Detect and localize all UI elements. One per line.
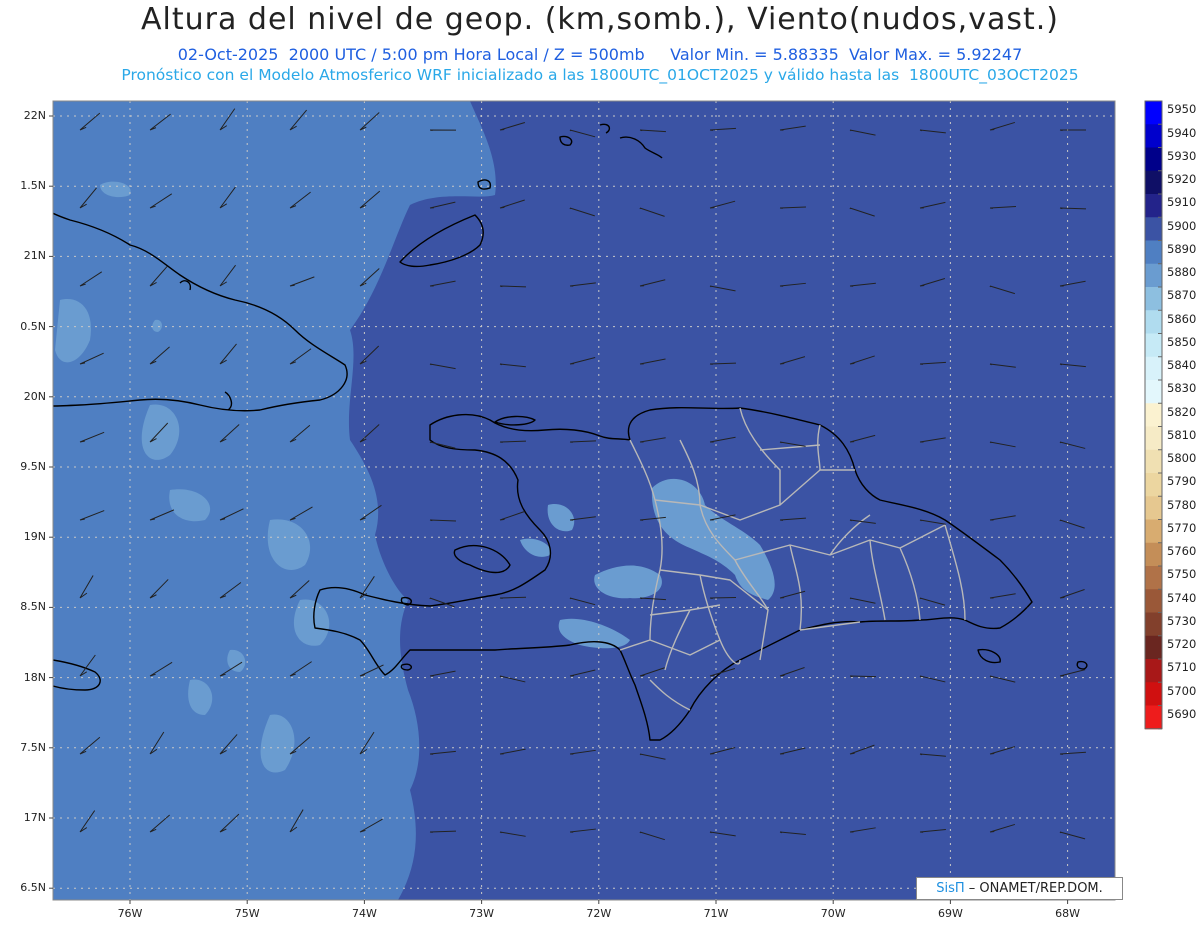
- colorbar-swatch: [1145, 287, 1162, 311]
- lat-label: 18N: [23, 670, 46, 684]
- colorbar-label: 5910: [1167, 195, 1197, 210]
- colorbar-label: 5850: [1167, 334, 1197, 349]
- colorbar-swatch: [1145, 124, 1162, 148]
- colorbar-label: 5840: [1167, 358, 1197, 372]
- colorbar-swatch: [1145, 519, 1162, 544]
- colorbar-label: 5740: [1167, 590, 1197, 605]
- colorbar-label: 5690: [1167, 706, 1197, 721]
- colorbar-swatch: [1145, 356, 1162, 381]
- colorbar-swatch: [1145, 635, 1162, 660]
- colorbar-label: 5830: [1167, 381, 1197, 396]
- lat-label: 20N: [23, 389, 46, 403]
- colorbar-label: 5800: [1167, 451, 1197, 465]
- colorbar-label: 5700: [1167, 683, 1197, 698]
- colorbar-label: 5950: [1167, 102, 1197, 117]
- lon-label: 72W: [586, 907, 612, 920]
- wind-barb: [429, 129, 457, 132]
- colorbar-swatch: [1145, 101, 1162, 125]
- lat-label: 8.5N: [20, 600, 46, 614]
- lon-label: 71W: [703, 907, 729, 920]
- lat-label: 0.5N: [20, 319, 46, 333]
- wind-barb: [1059, 129, 1087, 132]
- colorbar-swatch: [1145, 589, 1162, 613]
- lon-label: 69W: [937, 907, 963, 920]
- colorbar-label: 5760: [1167, 544, 1197, 558]
- colorbar-swatch: [1145, 542, 1162, 567]
- lat-label: 1.5N: [20, 179, 46, 193]
- colorbar-swatch: [1145, 659, 1162, 683]
- colorbar-label: 5890: [1167, 241, 1197, 256]
- colorbar-swatch: [1145, 380, 1162, 404]
- lat-label: 22N: [23, 109, 46, 122]
- colorbar-swatch: [1145, 426, 1162, 451]
- colorbar-label: 5940: [1167, 125, 1197, 140]
- brand-label: SisΠ: [936, 881, 965, 896]
- colorbar-swatch: [1145, 682, 1162, 706]
- credit-box: SisΠ – ONAMET/REP.DOM.: [916, 877, 1123, 900]
- lat-label: 7.5N: [20, 740, 46, 754]
- colorbar-swatch: [1145, 194, 1162, 218]
- colorbar-label: 5900: [1167, 218, 1197, 233]
- colorbar-swatch: [1145, 612, 1162, 637]
- colorbar-label: 5820: [1167, 404, 1197, 419]
- colorbar-swatch: [1145, 147, 1162, 172]
- colorbar-label: 5730: [1167, 613, 1197, 628]
- colorbar-label: 5770: [1167, 520, 1197, 535]
- map-plot-area: [53, 101, 1115, 900]
- colorbar-label: 5860: [1167, 311, 1197, 326]
- colorbar-label: 5750: [1167, 567, 1197, 582]
- agency-label: – ONAMET/REP.DOM.: [964, 881, 1103, 896]
- colorbar-swatch: [1145, 705, 1162, 730]
- lon-label: 75W: [234, 907, 260, 920]
- colorbar-swatch: [1145, 566, 1162, 590]
- colorbar-swatch: [1145, 263, 1162, 288]
- colorbar-label: 5720: [1167, 637, 1197, 651]
- colorbar-label: 5920: [1167, 172, 1197, 186]
- colorbar-label: 5880: [1167, 265, 1197, 279]
- forecast-map: [49, 100, 1163, 904]
- colorbar-label: 5930: [1167, 148, 1197, 163]
- colorbar-swatch: [1145, 310, 1162, 334]
- colorbar-swatch: [1145, 333, 1162, 358]
- colorbar-label: 5780: [1167, 497, 1197, 512]
- lat-label: 9.5N: [20, 460, 46, 473]
- lon-label: 73W: [469, 907, 495, 920]
- colorbar-label: 5710: [1167, 660, 1197, 675]
- wind-barb: [849, 675, 877, 678]
- colorbar-swatch: [1145, 403, 1162, 427]
- lat-label: 21N: [23, 249, 46, 263]
- lat-label: 6.5N: [20, 881, 46, 895]
- colorbar-swatch: [1145, 217, 1162, 241]
- lon-label: 70W: [820, 907, 846, 920]
- colorbar-swatch: [1145, 473, 1162, 497]
- colorbar-label: 5870: [1167, 288, 1197, 303]
- colorbar-label: 5810: [1167, 427, 1197, 442]
- colorbar: [1144, 100, 1163, 730]
- colorbar-swatch: [1145, 496, 1162, 520]
- lon-label: 74W: [351, 907, 377, 920]
- lon-label: 76W: [117, 907, 143, 920]
- colorbar-swatch: [1145, 449, 1162, 474]
- colorbar-label: 5790: [1167, 474, 1197, 489]
- colorbar-swatch: [1145, 170, 1162, 195]
- colorbar-swatch: [1145, 240, 1162, 265]
- lon-label: 68W: [1055, 907, 1081, 920]
- lat-label: 17N: [23, 811, 46, 824]
- lat-label: 19N: [23, 530, 46, 544]
